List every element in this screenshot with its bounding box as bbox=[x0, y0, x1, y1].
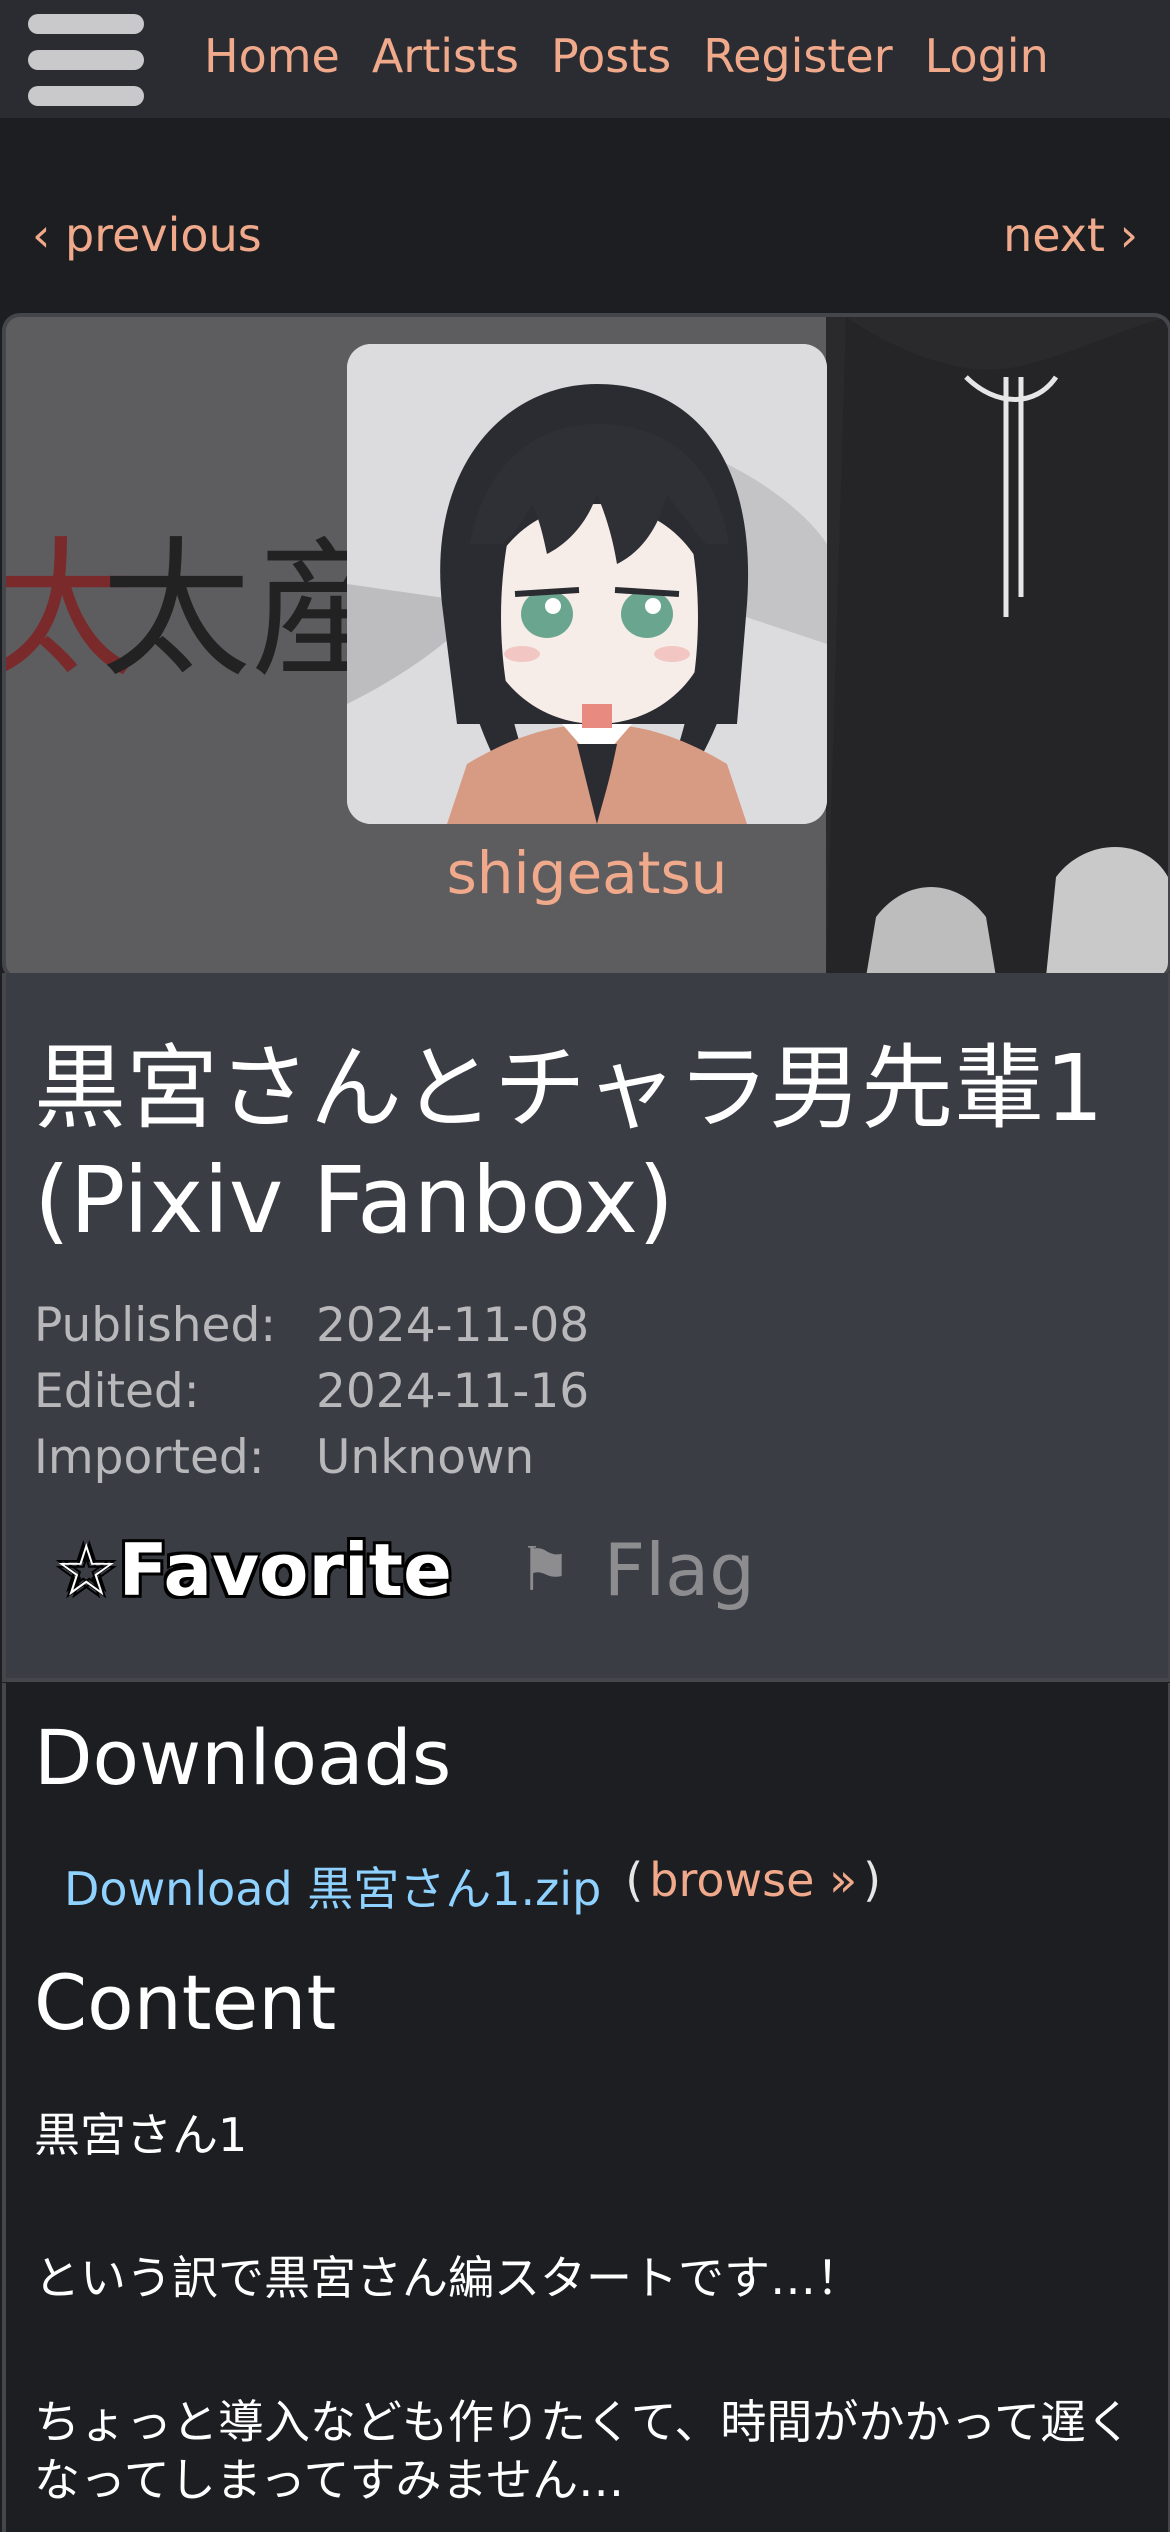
meta-label: Edited: bbox=[34, 1364, 200, 1419]
paren-close: ) bbox=[863, 1853, 882, 1907]
nav-home-link[interactable]: Home bbox=[204, 26, 340, 86]
meta-label: Imported: bbox=[34, 1430, 265, 1485]
content-paragraph: という訳で黒宮さん編スタートです…！ bbox=[34, 2251, 862, 2305]
previous-post-link[interactable]: ‹ previous bbox=[32, 208, 262, 262]
meta-label: Published: bbox=[34, 1298, 277, 1353]
nav-links: Home Artists Posts Register Login bbox=[204, 26, 1049, 86]
meta-imported-row: Imported: Unknown bbox=[34, 1425, 589, 1491]
flag-label: Flag bbox=[603, 1528, 755, 1612]
meta-published-row: Published: 2024-11-08 bbox=[34, 1293, 589, 1359]
paren-open: ( bbox=[625, 1853, 644, 1907]
avatar-image bbox=[347, 344, 827, 824]
post-info-panel: 黒宮さんとチャラ男先輩1 (Pixiv Fanbox) Published: 2… bbox=[2, 973, 1170, 1682]
post-actions: ☆Favorite ⚑ Flag bbox=[54, 1528, 755, 1612]
nav-login-link[interactable]: Login bbox=[925, 26, 1049, 86]
download-file-link[interactable]: Download 黒宮さん1.zip bbox=[64, 1853, 601, 1919]
artist-banner: 太 太産業 bbox=[2, 313, 1170, 981]
flag-icon: ⚑ bbox=[517, 1535, 572, 1605]
artist-avatar[interactable] bbox=[347, 344, 827, 824]
browse-archive-link[interactable]: browse » bbox=[649, 1853, 857, 1919]
meta-value: 2024-11-08 bbox=[316, 1298, 590, 1353]
downloads-heading: Downloads bbox=[34, 1713, 452, 1802]
artist-name-link[interactable]: shigeatsu bbox=[6, 839, 1168, 907]
meta-edited-row: Edited: 2024-11-16 bbox=[34, 1359, 589, 1425]
top-navbar: Home Artists Posts Register Login bbox=[0, 0, 1170, 118]
nav-artists-link[interactable]: Artists bbox=[372, 26, 519, 86]
content-paragraph: 黒宮さん1 bbox=[34, 2108, 248, 2162]
meta-value: 2024-11-16 bbox=[316, 1364, 590, 1419]
hamburger-menu-icon[interactable] bbox=[28, 14, 144, 106]
meta-value: Unknown bbox=[316, 1430, 535, 1485]
post-title: 黒宮さんとチャラ男先輩1 (Pixiv Fanbox) bbox=[34, 1035, 1104, 1254]
content-paragraph: ちょっと導入なども作りたくて、時間がかかって遅くなってしまってすみません… bbox=[34, 2395, 1133, 2507]
nav-register-link[interactable]: Register bbox=[703, 26, 892, 86]
download-item: Download 黒宮さん1.zip ( browse » ) bbox=[64, 1853, 881, 1919]
favorite-button[interactable]: ☆Favorite bbox=[54, 1528, 452, 1612]
content-heading: Content bbox=[34, 1958, 337, 2047]
nav-posts-link[interactable]: Posts bbox=[551, 26, 671, 86]
flag-button[interactable]: ⚑ Flag bbox=[518, 1528, 755, 1612]
post-meta: Published: 2024-11-08 Edited: 2024-11-16… bbox=[34, 1293, 589, 1491]
post-pager: ‹ previous next › bbox=[0, 200, 1170, 280]
post-body: Downloads Download 黒宮さん1.zip ( browse » … bbox=[2, 1683, 1170, 2532]
next-post-link[interactable]: next › bbox=[1003, 208, 1138, 262]
